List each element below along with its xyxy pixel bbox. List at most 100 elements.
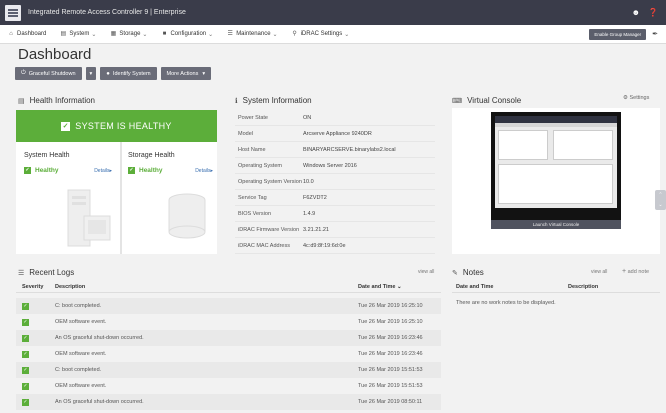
notes-description-header: Description	[568, 284, 599, 290]
system-health-panel: System Health ✓ Healthy Details▸	[16, 142, 120, 254]
maintenance-icon: ☰	[227, 31, 233, 37]
chevron-down-icon: ⌄	[272, 31, 278, 38]
more-actions-button[interactable]: More Actions ▾	[160, 67, 212, 80]
details-label: Details	[195, 168, 211, 174]
log-description: OEM software event.	[55, 383, 107, 389]
page-title: Dashboard	[18, 46, 92, 63]
nav-label: iDRAC Settings	[300, 31, 343, 37]
nav-system[interactable]: ▤ System ⌄	[60, 31, 97, 38]
chevron-down-icon: ⌄	[344, 31, 350, 38]
health-list-icon: ▤	[18, 97, 25, 105]
check-icon: ✓	[24, 167, 31, 174]
caret-down-icon: ▾	[89, 70, 93, 77]
enable-group-manager-button[interactable]: Enable Group Manager	[589, 28, 647, 40]
check-icon: ✓	[22, 334, 29, 342]
help-icon[interactable]: ❓	[648, 8, 658, 17]
storage-icon: ▦	[110, 31, 117, 37]
check-icon: ✓	[22, 366, 29, 374]
user-icon[interactable]: ☻	[632, 8, 640, 17]
storage-health-title: Storage Health	[128, 152, 175, 159]
pin-icon[interactable]: ✒	[652, 30, 658, 38]
sysinfo-value: 3.21.21.21	[303, 226, 329, 233]
log-date: Tue 26 Mar 2019 08:50:11	[358, 399, 423, 405]
log-row[interactable]: ✓ OEM software event. Tue 26 Mar 2019 16…	[16, 314, 441, 330]
nav-dashboard[interactable]: ⌂ Dashboard	[8, 31, 46, 37]
log-description: An OS graceful shut-down occurred.	[55, 335, 144, 341]
log-row[interactable]: ✓ An OS graceful shut-down occurred. Tue…	[16, 394, 441, 410]
log-row[interactable]: ✓ OEM software event. Tue 26 Mar 2019 16…	[16, 346, 441, 362]
sysinfo-value: F6ZVDT2	[303, 194, 327, 201]
sysinfo-value: 4c:d9:8f:19:6d:0e	[303, 242, 346, 249]
launch-virtual-console-button[interactable]: Launch Virtual Console	[491, 220, 621, 229]
notes-date-header: Date and Time	[456, 284, 494, 290]
sysinfo-label: Model	[238, 130, 253, 137]
nav-maintenance[interactable]: ☰ Maintenance ⌄	[227, 31, 277, 38]
preview-pane	[553, 130, 613, 160]
system-details-link[interactable]: Details▸	[94, 168, 112, 174]
check-icon: ✓	[61, 121, 71, 131]
sysinfo-row: Operating System Version 10.0	[235, 174, 435, 190]
logs-section-header: ☰ Recent Logs	[18, 268, 74, 277]
sysinfo-label: Operating System	[238, 162, 283, 169]
button-label: Graceful Shutdown	[28, 70, 76, 77]
logs-header-row: Severity Description Date and Time ⌄	[16, 280, 441, 293]
key-icon: ⚲	[292, 31, 297, 37]
log-description: OEM software event.	[55, 351, 107, 357]
log-row[interactable]: ✓ C: boot completed. Tue 26 Mar 2019 16:…	[16, 298, 441, 314]
system-icon: ▤	[60, 31, 67, 37]
nav-idrac-settings[interactable]: ⚲ iDRAC Settings ⌄	[292, 31, 350, 38]
preview-titlebar	[495, 116, 617, 123]
date-header[interactable]: Date and Time ⌄	[358, 284, 402, 290]
log-description: C: boot completed.	[55, 303, 102, 309]
side-scroll-handle[interactable]: ⌃ ⌄	[655, 190, 666, 210]
logs-view-all-link[interactable]: view all	[418, 269, 434, 275]
status-label: Healthy	[139, 167, 163, 174]
info-icon: ●	[106, 70, 110, 77]
sysinfo-row: Host Name BINARYARCSERVE.binarylabs2.loca…	[235, 142, 435, 158]
gear-icon: ⚙	[623, 95, 628, 101]
log-date: Tue 26 Mar 2019 16:25:10	[358, 303, 423, 309]
console-settings-link[interactable]: ⚙ Settings	[623, 95, 649, 101]
power-dropdown-button[interactable]: ▾	[85, 67, 97, 80]
severity-header: Severity	[22, 284, 44, 290]
notes-view-all-link[interactable]: view all	[591, 269, 607, 275]
check-icon: ✓	[128, 167, 135, 174]
description-header: Description	[55, 284, 86, 290]
section-title: Health Information	[29, 96, 95, 105]
log-description: C: boot completed.	[55, 367, 102, 373]
section-title: Virtual Console	[467, 96, 522, 105]
log-row[interactable]: ✓ An OS graceful shut-down occurred. Tue…	[16, 330, 441, 346]
app-title: Integrated Remote Access Controller 9 | …	[28, 9, 186, 16]
sysinfo-row: Model Arcserve Appliance 9240DR	[235, 126, 435, 142]
server-illustration	[67, 189, 111, 247]
plus-icon: +	[622, 268, 627, 275]
sysinfo-label: iDRAC Firmware Version	[238, 226, 300, 233]
identify-system-button[interactable]: ● Identify System	[100, 67, 157, 80]
storage-details-link[interactable]: Details▸	[195, 168, 213, 174]
section-title: Recent Logs	[29, 268, 75, 277]
console-preview[interactable]	[491, 112, 621, 220]
nav-configuration[interactable]: ■ Configuration ⌄	[161, 31, 214, 38]
log-row[interactable]: ✓ OEM software event. Tue 26 Mar 2019 15…	[16, 378, 441, 394]
action-bar: ⏻ Graceful Shutdown ▾ ● Identify System …	[15, 67, 212, 80]
log-description: An OS graceful shut-down occurred.	[55, 399, 144, 405]
nav-label: Storage	[119, 31, 141, 37]
chevron-down-icon: ⌄	[142, 31, 148, 38]
graceful-shutdown-button[interactable]: ⏻ Graceful Shutdown	[15, 67, 82, 80]
nav-storage[interactable]: ▦ Storage ⌄	[110, 31, 148, 38]
sysinfo-value: ON	[303, 114, 312, 121]
sysinfo-value: Arcserve Appliance 9240DR	[303, 130, 372, 137]
storage-illustration	[168, 193, 206, 239]
nav-label: System	[69, 31, 90, 37]
storage-health-status: ✓ Healthy	[128, 167, 162, 174]
log-date: Tue 26 Mar 2019 15:51:53	[358, 367, 423, 373]
sysinfo-row: BIOS Version 1.4.9	[235, 206, 435, 222]
chevron-down-icon: ⌄	[91, 31, 97, 38]
sysinfo-section-header: ℹ System Information	[235, 96, 312, 105]
nav-label: Maintenance	[236, 31, 271, 37]
add-note-button[interactable]: + add note	[622, 268, 649, 275]
preview-navbar	[495, 123, 617, 127]
log-row[interactable]: ✓ C: boot completed. Tue 26 Mar 2019 15:…	[16, 362, 441, 378]
sysinfo-label: Operating System Version	[238, 178, 302, 185]
list-icon: ☰	[18, 269, 25, 277]
